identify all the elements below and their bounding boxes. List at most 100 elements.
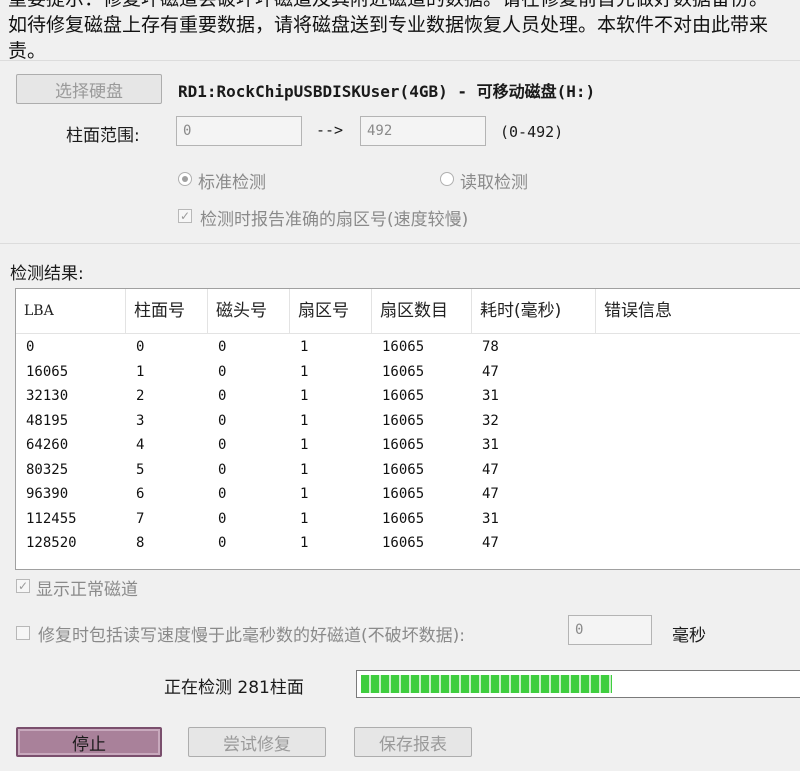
table-row[interactable]: 128520 8 0 1 16065 47 [16, 531, 800, 556]
table-cell: 0 [218, 535, 227, 551]
table-cell: 0 [218, 339, 227, 355]
table-cell: 0 [218, 461, 227, 478]
table-header: LBA 柱面号 磁头号 扇区号 扇区数目 耗时(毫秒) 错误信息 [16, 289, 800, 334]
cylinder-range-label: 柱面范围: [66, 126, 140, 146]
divider [0, 243, 800, 244]
table-cell: 16065 [382, 412, 425, 429]
table-row[interactable]: 32130 2 0 1 16065 31 [16, 384, 800, 409]
table-cell: 0 [218, 388, 227, 404]
try-repair-button[interactable]: 尝试修复 [188, 727, 326, 757]
col-lba[interactable]: LBA [16, 289, 126, 333]
table-cell: 0 [218, 486, 227, 502]
table-cell: 64260 [26, 437, 69, 453]
table-cell: 16065 [382, 437, 425, 453]
repair-slow-label: 修复时包括读写速度慢于此毫秒数的好磁道(不破坏数据): [38, 626, 465, 646]
table-row[interactable]: 96390 6 0 1 16065 47 [16, 482, 800, 507]
standard-check-label: 标准检测 [198, 173, 266, 193]
table-cell: 0 [218, 363, 227, 380]
table-cell: 5 [136, 461, 145, 478]
table-cell: 16065 [382, 510, 425, 527]
standard-check-radio[interactable] [178, 172, 192, 186]
repair-slow-unit: 毫秒 [672, 626, 706, 646]
table-cell: 32130 [26, 388, 69, 404]
table-cell: 1 [136, 363, 145, 380]
cylinder-to-input[interactable]: 492 [360, 116, 486, 146]
table-cell: 1 [300, 437, 309, 453]
table-cell: 0 [136, 339, 145, 355]
table-cell: 32 [482, 412, 499, 429]
table-row[interactable]: 80325 5 0 1 16065 47 [16, 458, 800, 483]
col-cylinder[interactable]: 柱面号 [126, 289, 208, 333]
table-cell: 6 [136, 486, 145, 502]
stop-button[interactable]: 停止 [16, 727, 162, 757]
read-check-radio[interactable] [440, 172, 454, 186]
table-cell: 78 [482, 339, 499, 355]
table-cell: 1 [300, 510, 309, 527]
repair-slow-checkbox[interactable] [16, 626, 30, 640]
select-disk-button[interactable]: 选择硬盘 [16, 74, 162, 104]
selected-disk-label: RD1:RockChipUSBDISKUser(4GB) - 可移动磁盘(H:) [178, 82, 596, 101]
table-cell: 128520 [26, 535, 77, 551]
read-check-label: 读取检测 [460, 173, 528, 193]
table-cell: 47 [482, 486, 499, 502]
table-cell: 31 [482, 437, 499, 453]
table-cell: 16065 [26, 363, 69, 380]
table-cell: 47 [482, 461, 499, 478]
table-row[interactable]: 16065 1 0 1 16065 47 [16, 360, 800, 385]
warning-line-2: 如待修复磁盘上存有重要数据，请将磁盘送到专业数据恢复人员处理。本软件不对由此带来 [8, 14, 769, 36]
table-cell: 0 [26, 339, 35, 355]
col-error[interactable]: 错误信息 [596, 289, 800, 333]
table-row[interactable]: 0 0 0 1 16065 78 [16, 335, 800, 360]
table-cell: 1 [300, 339, 309, 355]
table-cell: 7 [136, 510, 145, 527]
table-cell: 16065 [382, 486, 425, 502]
col-sector-count[interactable]: 扇区数目 [372, 289, 472, 333]
col-time[interactable]: 耗时(毫秒) [472, 289, 596, 333]
table-cell: 112455 [26, 510, 77, 527]
table-cell: 16065 [382, 339, 425, 355]
table-cell: 1 [300, 412, 309, 429]
table-cell: 16065 [382, 363, 425, 380]
table-cell: 8 [136, 535, 145, 551]
table-cell: 1 [300, 461, 309, 478]
table-cell: 1 [300, 486, 309, 502]
table-cell: 0 [218, 437, 227, 453]
table-cell: 0 [218, 412, 227, 429]
table-cell: 96390 [26, 486, 69, 502]
progress-bar [356, 670, 800, 698]
show-normal-label: 显示正常磁道 [36, 580, 138, 600]
table-cell: 3 [136, 412, 145, 429]
report-sector-checkbox[interactable]: ✓ [178, 209, 192, 223]
results-title: 检测结果: [10, 264, 84, 284]
col-sector[interactable]: 扇区号 [290, 289, 372, 333]
show-normal-checkbox[interactable]: ✓ [16, 579, 30, 593]
table-cell: 16065 [382, 535, 425, 551]
table-cell: 47 [482, 535, 499, 551]
table-cell: 1 [300, 388, 309, 404]
table-cell: 0 [218, 510, 227, 527]
table-cell: 47 [482, 363, 499, 380]
table-cell: 31 [482, 510, 499, 527]
cylinder-range-hint: (0-492) [500, 123, 564, 141]
table-cell: 2 [136, 388, 145, 404]
table-cell: 1 [300, 363, 309, 380]
table-cell: 80325 [26, 461, 69, 478]
cylinder-from-input[interactable]: 0 [176, 116, 302, 146]
table-row[interactable]: 48195 3 0 1 16065 32 [16, 409, 800, 434]
col-head[interactable]: 磁头号 [208, 289, 290, 333]
warning-text: 重要提示：修复坏磁道会破坏坏磁道及其附近磁道的数据。请在修复前首先做好数据备份。… [8, 0, 800, 64]
table-cell: 16065 [382, 388, 425, 404]
table-cell: 1 [300, 535, 309, 551]
range-arrow: --> [316, 121, 344, 139]
report-sector-label: 检测时报告准确的扇区号(速度较慢) [200, 210, 469, 230]
table-row[interactable]: 112455 7 0 1 16065 31 [16, 507, 800, 532]
table-cell: 48195 [26, 412, 69, 429]
table-cell: 4 [136, 437, 145, 453]
table-cell: 31 [482, 388, 499, 404]
table-row[interactable]: 64260 4 0 1 16065 31 [16, 433, 800, 458]
table-body: 0 0 0 1 16065 78 16065 1 0 1 16065 47 32130 2 0 1 16065 3… [16, 335, 800, 556]
save-report-button[interactable]: 保存报表 [354, 727, 472, 757]
repair-slow-ms-input[interactable]: 0 [568, 615, 652, 645]
warning-line-1: 重要提示：修复坏磁道会破坏坏磁道及其附近磁道的数据。请在修复前首先做好数据备份。 [8, 0, 800, 12]
results-table[interactable]: LBA 柱面号 磁头号 扇区号 扇区数目 耗时(毫秒) 错误信息 0 0 0 1 160… [15, 288, 800, 570]
